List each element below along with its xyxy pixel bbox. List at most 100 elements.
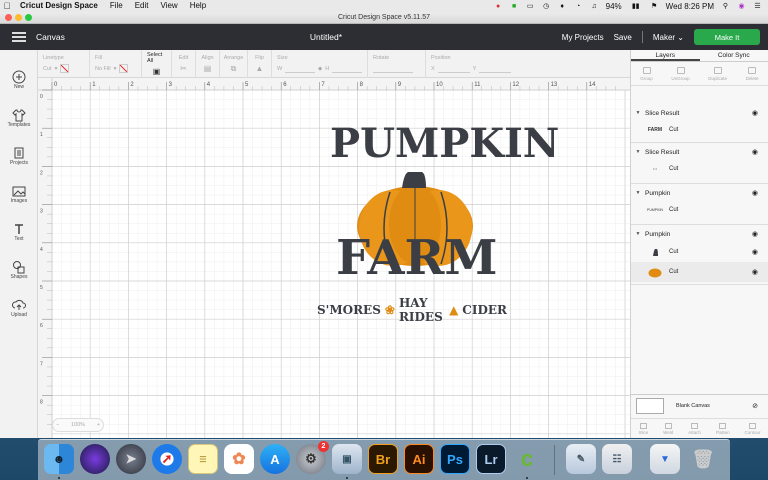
wifi-icon[interactable]: ◔ <box>574 2 583 10</box>
fill-control[interactable]: Fill No Fill ▾ <box>90 50 142 78</box>
safari-icon[interactable]: ➚ <box>152 444 182 474</box>
clock[interactable]: Wed 8:26 PM <box>666 2 714 11</box>
lightroom-icon[interactable]: Lr <box>476 444 506 474</box>
fill-color-swatch[interactable] <box>119 64 129 73</box>
x-input[interactable] <box>437 65 470 73</box>
width-input[interactable] <box>285 65 315 73</box>
menu-edit[interactable]: Edit <box>129 0 155 12</box>
illustrator-icon[interactable]: Ai <box>404 444 434 474</box>
tool-projects[interactable]: Projects <box>0 146 38 166</box>
hamburger-menu-icon[interactable] <box>12 32 26 42</box>
edit-button[interactable]: Edit ✂ <box>172 50 196 78</box>
eye-hidden-icon[interactable]: ⊘ <box>752 402 758 410</box>
photoshop-icon[interactable]: Ps <box>440 444 470 474</box>
height-input[interactable] <box>332 65 362 73</box>
notes-icon[interactable]: ☰ <box>188 444 218 474</box>
delete-button[interactable]: Delete <box>746 66 759 81</box>
timemachine-icon[interactable]: ◷ <box>542 2 551 10</box>
spotlight-search-icon[interactable]: ⚲ <box>721 2 730 10</box>
zoom-window-button[interactable] <box>25 14 32 21</box>
photos-icon[interactable]: ✿ <box>224 444 254 474</box>
tool-shapes[interactable]: Shapes <box>0 260 38 280</box>
evernote-icon[interactable]: ■ <box>510 2 519 10</box>
flatten-button[interactable]: Flatten <box>716 422 730 435</box>
minimize-window-button[interactable] <box>15 14 22 21</box>
app-store-icon[interactable]: A <box>260 444 290 474</box>
battery-icon[interactable]: ▮▮ <box>629 2 643 10</box>
lock-icon[interactable]: ◆ <box>318 66 322 72</box>
layer-row[interactable]: Cut ◉ <box>631 242 768 262</box>
siri-app-icon[interactable] <box>80 444 110 474</box>
documents-stack-icon[interactable]: ☷ <box>602 444 632 474</box>
linetype-color-swatch[interactable] <box>60 64 70 73</box>
eye-icon[interactable]: ◉ <box>752 109 758 117</box>
layer-row[interactable]: PUMPKIN Cut <box>631 200 768 220</box>
eye-icon[interactable]: ◉ <box>752 148 758 156</box>
linetype-control[interactable]: Linetype Cut ▾ <box>38 50 90 78</box>
tool-new[interactable]: New <box>0 70 38 90</box>
eye-icon[interactable]: ◉ <box>752 230 758 238</box>
preview-icon[interactable]: ▣ <box>332 444 362 474</box>
layer-group-slice-result-2[interactable]: ▼ Slice Result ◉ <box>631 145 768 159</box>
menu-help[interactable]: Help <box>184 0 212 12</box>
siri-icon[interactable]: ◉ <box>737 2 746 10</box>
attach-button[interactable]: Attach <box>688 422 701 435</box>
close-window-button[interactable] <box>5 14 12 21</box>
layer-group-pumpkin-1[interactable]: ▼ Pumpkin ◉ <box>631 186 768 200</box>
system-preferences-icon[interactable]: ⚙ 2 <box>296 441 329 474</box>
zoom-in-button[interactable]: + <box>97 422 100 428</box>
tool-text[interactable]: Text <box>0 222 38 242</box>
select-all-button[interactable]: Select All ▣ <box>142 50 172 78</box>
menu-app-name[interactable]: Cricut Design Space <box>14 0 104 12</box>
cricut-design-space-icon[interactable]: c <box>512 444 542 474</box>
collapse-triangle-icon[interactable]: ▼ <box>631 231 645 237</box>
design-canvas[interactable]: 0 1 2 3 4 5 6 7 8 9 10 11 12 13 14 0 1 2 3 4 5 6 7 8 PUMPKIN FA… <box>38 78 630 438</box>
ungroup-button[interactable]: UnGroup <box>671 66 690 81</box>
design-text-farm[interactable]: FARM <box>336 230 498 286</box>
eye-icon[interactable]: ◉ <box>752 268 758 276</box>
layer-group-pumpkin-2[interactable]: ▼ Pumpkin ◉ <box>631 227 768 241</box>
layer-row[interactable]: FARM Cut <box>631 120 768 140</box>
contour-button[interactable]: Contour <box>744 422 760 435</box>
eye-icon[interactable]: ◉ <box>752 248 758 256</box>
flag-icon[interactable]: ⚑ <box>650 2 659 10</box>
tab-layers[interactable]: Layers <box>631 50 700 61</box>
blank-canvas-row[interactable]: Blank Canvas ⊘ <box>631 394 768 416</box>
collapse-triangle-icon[interactable]: ▼ <box>631 149 645 155</box>
tool-upload[interactable]: Upload <box>0 298 38 318</box>
zoom-out-button[interactable]: − <box>56 422 59 428</box>
y-input[interactable] <box>479 65 512 73</box>
design-text-pumpkin[interactable]: PUMPKIN <box>330 124 559 164</box>
downloads-stack-icon[interactable]: ▼ <box>650 444 680 474</box>
layer-group-slice-result-1[interactable]: ▼ Slice Result ◉ <box>631 106 768 120</box>
launchpad-icon[interactable]: ➤ <box>116 444 146 474</box>
creative-cloud-icon[interactable]: ● <box>494 2 503 10</box>
layer-row[interactable]: Cut ◉ <box>631 262 768 282</box>
align-button[interactable]: Align ▤ <box>196 50 220 78</box>
finder-icon[interactable]: ☻ <box>44 444 74 474</box>
collapse-triangle-icon[interactable]: ▼ <box>631 110 645 116</box>
bridge-icon[interactable]: Br <box>368 444 398 474</box>
rotate-input[interactable] <box>373 65 413 73</box>
slice-button[interactable]: Slice <box>638 422 648 435</box>
display-icon[interactable]: ▭ <box>526 2 535 10</box>
app-folder-icon[interactable]: ✎ <box>566 444 596 474</box>
weld-button[interactable]: Weld <box>663 422 673 435</box>
notification-center-icon[interactable]: ☰ <box>753 2 762 10</box>
machine-select[interactable]: Maker ⌄ <box>653 33 684 42</box>
make-it-button[interactable]: Make It <box>694 29 760 45</box>
arrange-button[interactable]: Arrange ⧉ <box>220 50 248 78</box>
menu-file[interactable]: File <box>104 0 129 12</box>
tab-color-sync[interactable]: Color Sync <box>700 50 768 61</box>
bluetooth-icon[interactable]: ♦ <box>558 2 567 10</box>
group-button[interactable]: Group <box>640 66 653 81</box>
save-button[interactable]: Save <box>614 33 632 42</box>
design-tagline[interactable]: S'MORES ❀ HAY RIDES ▲ CIDER <box>317 296 507 324</box>
collapse-triangle-icon[interactable]: ▼ <box>631 190 645 196</box>
layer-row[interactable]: • • Cut <box>631 159 768 179</box>
flip-button[interactable]: Flip ▲ <box>248 50 272 78</box>
trash-icon[interactable]: 🗑 <box>688 444 718 474</box>
menu-view[interactable]: View <box>155 0 184 12</box>
eye-icon[interactable]: ◉ <box>752 189 758 197</box>
tool-templates[interactable]: Templates <box>0 108 38 128</box>
